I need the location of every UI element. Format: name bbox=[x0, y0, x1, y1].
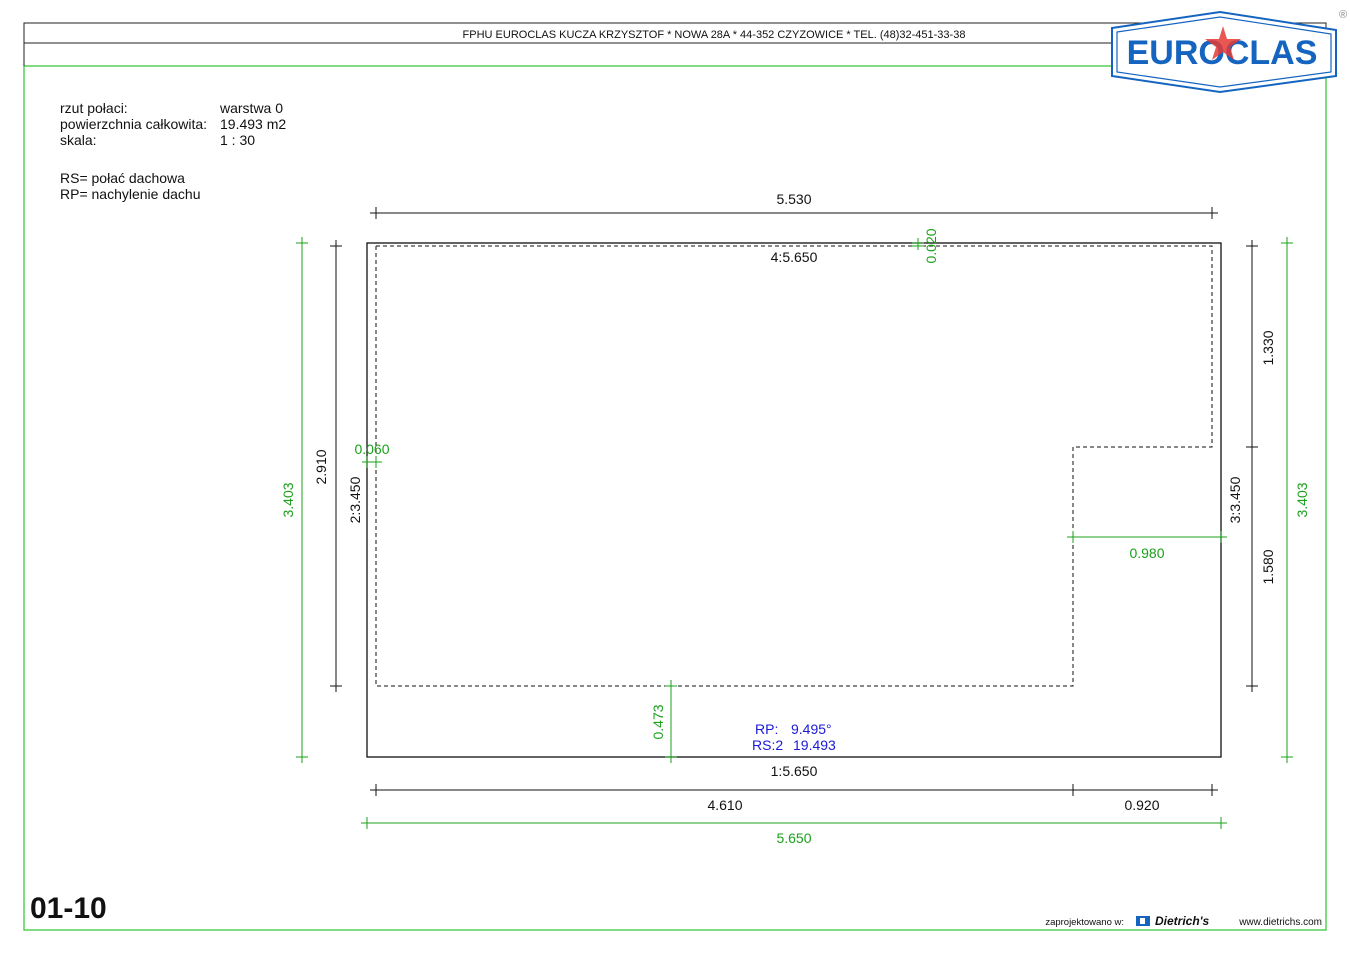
dim-right-upper-label: 1.330 bbox=[1260, 330, 1276, 365]
scale-label: skala: bbox=[60, 132, 97, 148]
roof-plan-drawing: FPHU EUROCLAS KUCZA KRZYSZTOF * NOWA 28A… bbox=[23, 9, 1347, 931]
software-name: Dietrich's bbox=[1155, 914, 1210, 928]
dim-top-offset-label: 0.020 bbox=[923, 228, 939, 263]
legend-rs: RS= połać dachowa bbox=[60, 170, 185, 186]
dim-notch-width-label: 0.980 bbox=[1129, 545, 1164, 561]
sheet-number: 01-10 bbox=[30, 892, 107, 925]
dim-right-lower-label: 1.580 bbox=[1260, 549, 1276, 584]
rp-label: RP: bbox=[755, 721, 778, 737]
dim-right-outer-label: 3.403 bbox=[1294, 482, 1310, 517]
dim-bottom-right-label: 0.920 bbox=[1124, 797, 1159, 813]
dim-bottom-chain bbox=[370, 784, 1218, 796]
rzut-value: warstwa 0 bbox=[219, 100, 283, 116]
dim-left-offset bbox=[362, 456, 382, 468]
rp-value: 9.495° bbox=[791, 721, 832, 737]
dim-bottom-offset-label: 0.473 bbox=[650, 704, 666, 739]
bottom-edge-label: 1:5.650 bbox=[771, 763, 818, 779]
dim-left-outer-label: 3.403 bbox=[280, 482, 296, 517]
dim-left-outer bbox=[296, 237, 308, 763]
dim-right-chain bbox=[1246, 240, 1258, 692]
roof-outline bbox=[366, 242, 1222, 758]
website-link[interactable]: www.dietrichs.com bbox=[1238, 917, 1322, 928]
drawing-sheet: FPHU EUROCLAS KUCZA KRZYSZTOF * NOWA 28A… bbox=[0, 0, 1350, 954]
panel-dashed-outline bbox=[375, 245, 1213, 687]
designed-in-label: zaprojektowano w: bbox=[1045, 917, 1124, 928]
dim-right-outer bbox=[1281, 237, 1293, 763]
left-edge-label: 2:3.450 bbox=[347, 476, 363, 523]
dim-bottom-total bbox=[361, 817, 1227, 829]
dim-left-offset-label: 0.060 bbox=[354, 441, 389, 457]
right-edge-label: 3:3.450 bbox=[1227, 476, 1243, 523]
dim-bottom-total-label: 5.650 bbox=[776, 830, 811, 846]
rs-value: 19.493 bbox=[793, 737, 836, 753]
dim-notch-width bbox=[1067, 531, 1227, 543]
dim-top-width-label: 5.530 bbox=[776, 191, 811, 207]
rs-label: RS:2 bbox=[752, 737, 783, 753]
rzut-label: rzut połaci: bbox=[60, 100, 128, 116]
dim-left-inner-label: 2.910 bbox=[313, 449, 329, 484]
dim-bottom-left-label: 4.610 bbox=[707, 797, 742, 813]
area-value: 19.493 m2 bbox=[220, 116, 286, 132]
dim-top-width bbox=[370, 207, 1218, 219]
registered-mark: ® bbox=[1339, 9, 1347, 21]
dim-left-inner bbox=[330, 240, 342, 692]
company-line: FPHU EUROCLAS KUCZA KRZYSZTOF * NOWA 28A… bbox=[463, 29, 966, 41]
legend-rp: RP= nachylenie dachu bbox=[60, 186, 201, 202]
area-label: powierzchnia całkowita: bbox=[60, 116, 207, 132]
top-edge-label: 4:5.650 bbox=[771, 249, 818, 265]
dim-bottom-offset bbox=[665, 680, 677, 763]
euroclas-logo: EUROCLAS bbox=[1111, 10, 1337, 94]
scale-value: 1 : 30 bbox=[220, 132, 255, 148]
dietrichs-logo-icon bbox=[1136, 916, 1150, 926]
